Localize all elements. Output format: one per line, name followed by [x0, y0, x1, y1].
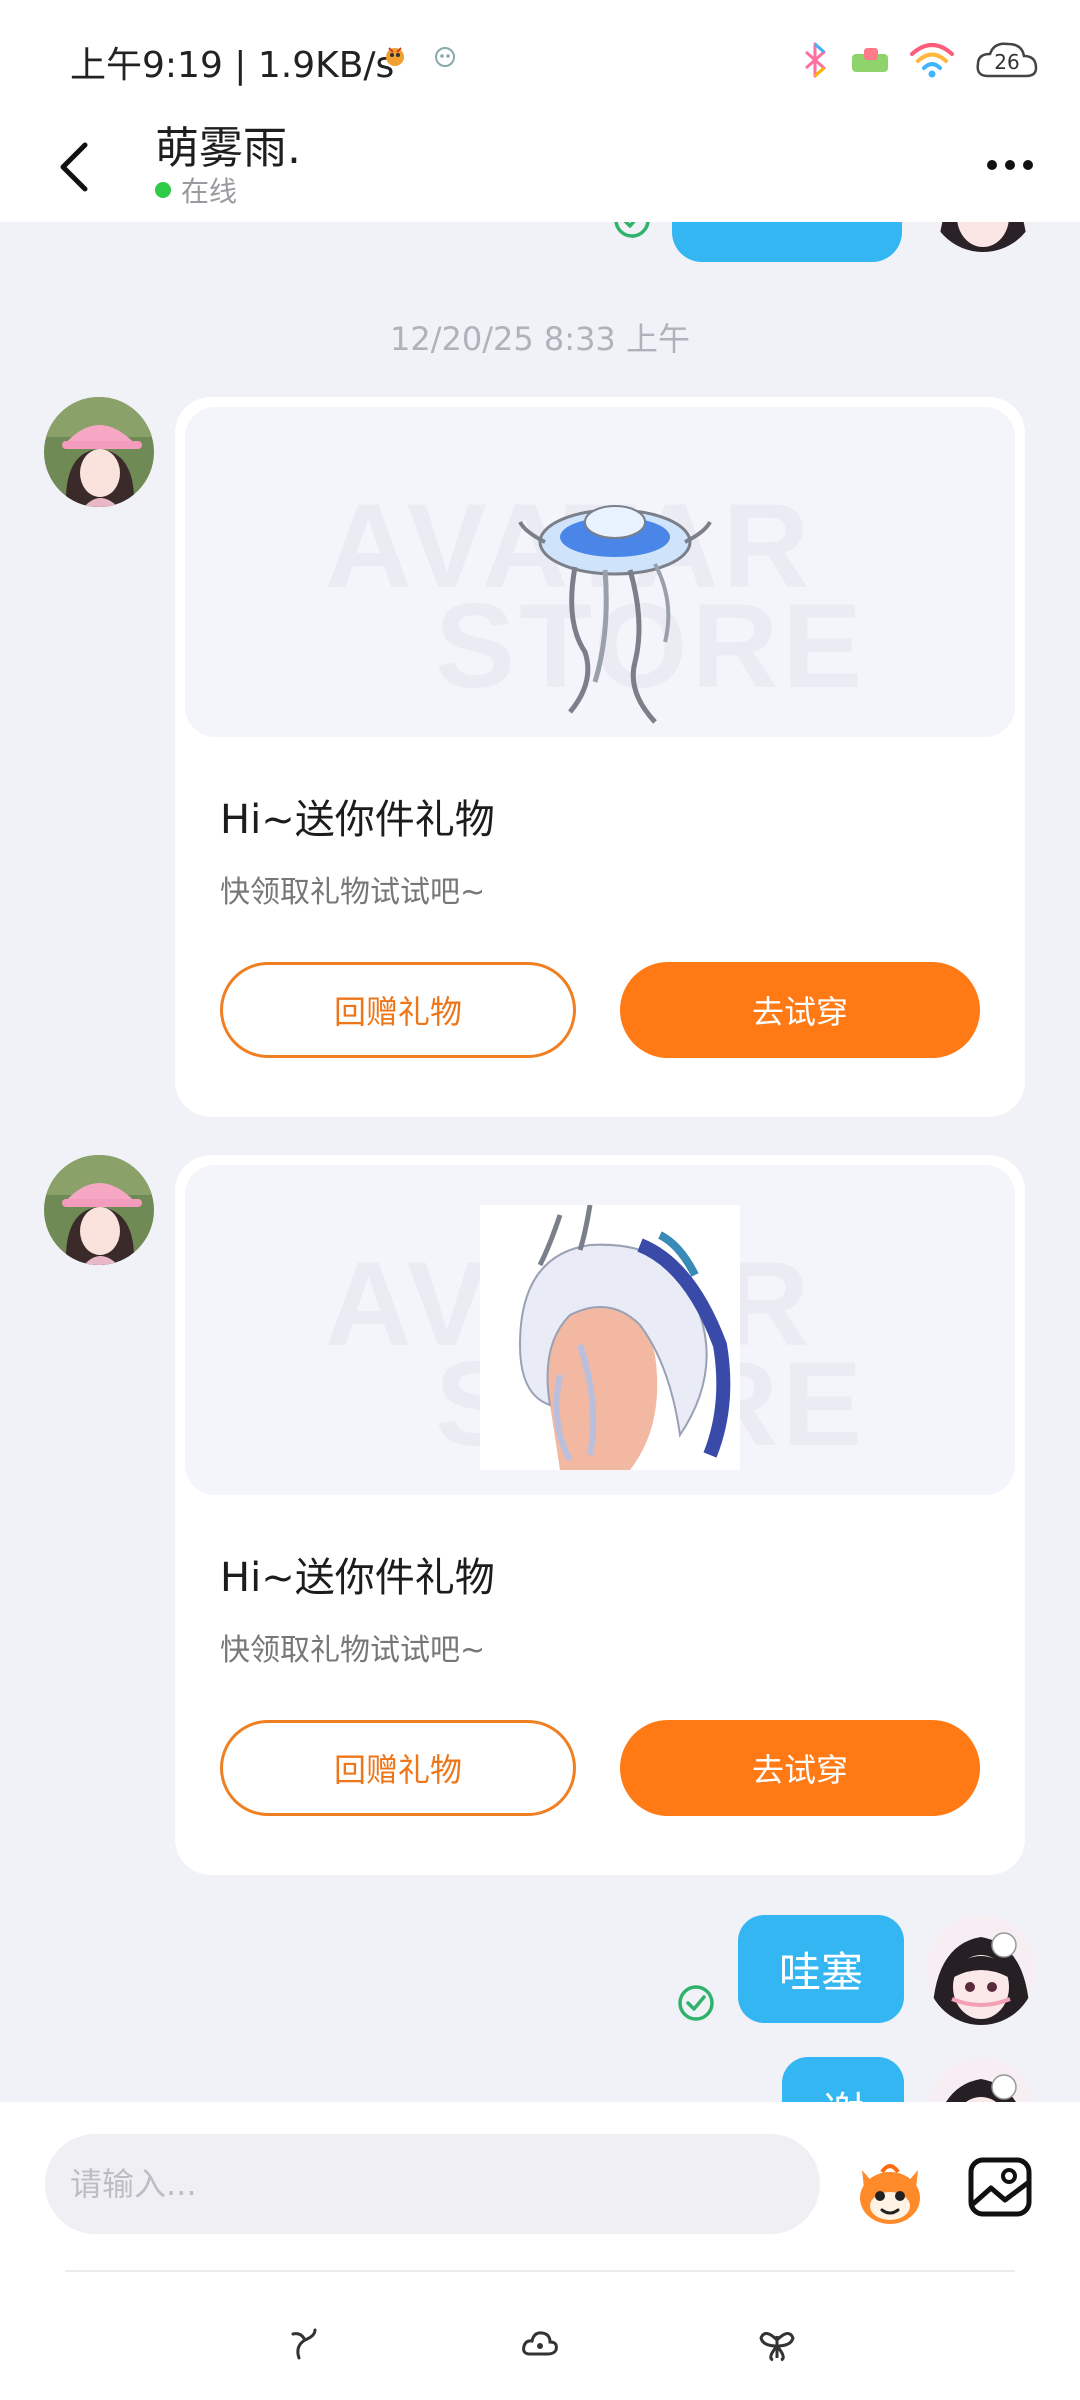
- more-icon: [987, 160, 997, 170]
- online-status: 在线: [155, 170, 237, 210]
- bluetooth-icon: [805, 42, 826, 78]
- jellyfish-hat-image: [518, 505, 712, 724]
- status-time-speed: 上午9:19 | 1.9KB/s: [70, 45, 395, 86]
- my-avatar[interactable]: [928, 222, 1038, 252]
- sprout-icon[interactable]: [285, 2324, 325, 2364]
- status-icons: 26: [798, 30, 1040, 90]
- status-bar: 上午9:19 | 1.9KB/s 26: [0, 0, 1080, 110]
- sent-check-icon: [678, 1985, 714, 2021]
- butterfly-icon[interactable]: [757, 2324, 797, 2364]
- sender-avatar[interactable]: [44, 397, 154, 507]
- gift-title: Hi~送你件礼物: [220, 797, 495, 843]
- wifi-icon: [910, 43, 954, 78]
- outgoing-message-bubble[interactable]: 谢: [782, 2057, 904, 2102]
- sender-avatar[interactable]: [44, 1155, 154, 1265]
- message-input[interactable]: [45, 2134, 770, 2234]
- back-arrow-icon: [60, 142, 88, 192]
- message-timestamp: 12/20/25 8:33 上午: [390, 320, 690, 358]
- hairstyle-image: [480, 1205, 740, 1470]
- more-icon-dot: [1023, 160, 1033, 170]
- composer-area: [0, 2102, 1080, 2400]
- gift-subtitle: 快领取礼物试试吧~: [220, 875, 486, 910]
- chat-header: 萌雾雨. 在线: [0, 110, 1080, 222]
- gift-subtitle: 快领取礼物试试吧~: [220, 1633, 486, 1668]
- my-avatar-image: [926, 2057, 1036, 2102]
- chat-messages[interactable]: 12/20/25 8:33 上午 AVATAR STORE: [0, 222, 1080, 2102]
- sender-avatar-image: [44, 397, 154, 507]
- my-avatar[interactable]: [926, 2057, 1036, 2102]
- sent-check-icon: [614, 222, 650, 238]
- online-dot-icon: [155, 182, 171, 198]
- divider: [65, 2270, 1015, 2272]
- gift-image[interactable]: AVATAR STORE: [185, 1165, 1015, 1495]
- avatar-image: [928, 222, 1038, 252]
- online-status-label: 在线: [181, 175, 238, 208]
- gift-card[interactable]: AVATAR STORE Hi~送你件礼物 快领取礼物试试吧~ 回赠礼物 去试穿: [175, 1155, 1025, 1875]
- try-on-button[interactable]: 去试穿: [620, 1720, 980, 1816]
- battery-level: 26: [994, 50, 1020, 74]
- message-input-wrapper[interactable]: [45, 2134, 820, 2234]
- notification-app-icon: [386, 47, 404, 66]
- sender-avatar-image: [44, 1155, 154, 1265]
- my-avatar-image: [926, 1915, 1036, 2025]
- return-gift-button[interactable]: 回赠礼物: [220, 1720, 576, 1816]
- battery-indicator: 26: [974, 38, 1040, 82]
- cloud-icon[interactable]: [520, 2324, 560, 2364]
- contact-name: 萌雾雨.: [155, 123, 301, 174]
- gift-title: Hi~送你件礼物: [220, 1555, 495, 1601]
- try-on-button[interactable]: 去试穿: [620, 962, 980, 1058]
- gift-card[interactable]: AVATAR STORE Hi~送你件礼物 快领取礼物试试吧~ 回赠礼物 去试穿: [175, 397, 1025, 1117]
- emoji-mascot-icon[interactable]: [850, 2152, 930, 2232]
- outgoing-message-bubble[interactable]: 哇塞: [738, 1915, 904, 2023]
- gift-image[interactable]: AVATAR STORE: [185, 407, 1015, 737]
- return-gift-button[interactable]: 回赠礼物: [220, 962, 576, 1058]
- my-avatar[interactable]: [926, 1915, 1036, 2025]
- notification-app-icon-2: [435, 47, 455, 67]
- back-button[interactable]: [40, 122, 110, 212]
- previous-outgoing-bubble[interactable]: [672, 222, 902, 262]
- image-icon[interactable]: [965, 2152, 1035, 2222]
- more-button[interactable]: [980, 140, 1040, 190]
- more-icon-dot: [1005, 160, 1015, 170]
- sim-card-icon: [852, 48, 888, 72]
